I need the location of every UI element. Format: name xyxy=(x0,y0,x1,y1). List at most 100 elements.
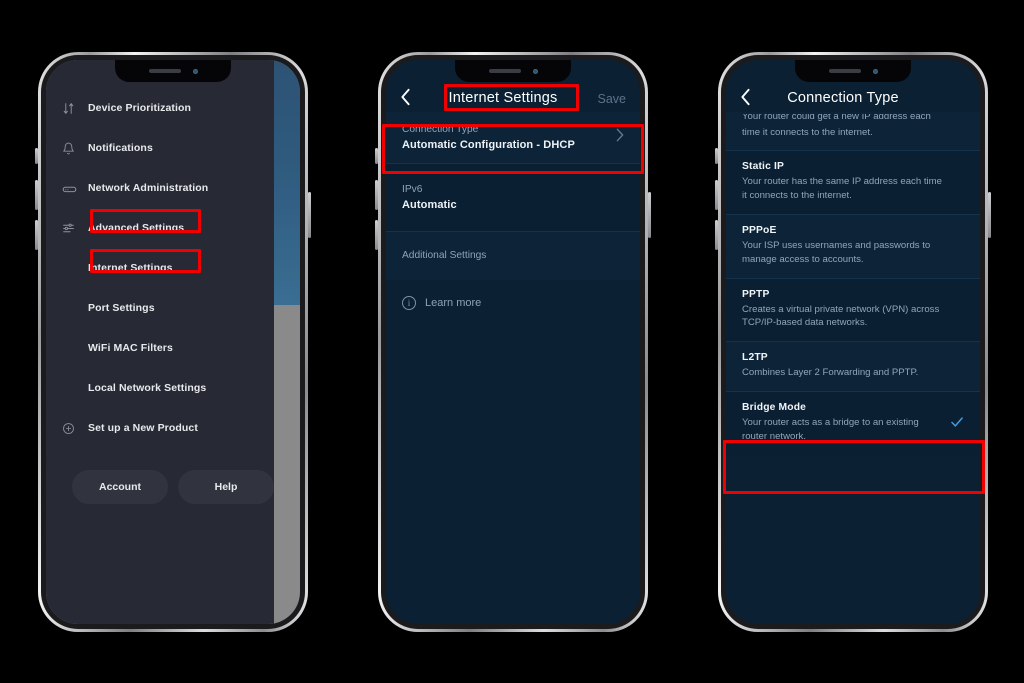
list-item-l2tp[interactable]: L2TP Combines Layer 2 Forwarding and PPT… xyxy=(726,341,980,392)
list-item-pppoe[interactable]: PPPoE Your ISP uses usernames and passwo… xyxy=(726,213,980,278)
sidebar-item-notifications[interactable]: Notifications xyxy=(46,128,274,168)
arrows-up-down-icon xyxy=(62,102,88,115)
sidebar-item-device-prioritization[interactable]: Device Prioritization xyxy=(46,88,274,128)
settings-row-connection-type[interactable]: Connection Type Automatic Configuration … xyxy=(386,112,640,163)
list-item-bridge-mode[interactable]: Bridge Mode Your router acts as a bridge… xyxy=(726,391,980,456)
row-key: Connection Type xyxy=(402,124,479,135)
volume-down-button[interactable] xyxy=(35,220,38,250)
phone-screen: Connection Type Your router could get a … xyxy=(726,60,980,624)
sidebar-item-label: WiFi MAC Filters xyxy=(88,342,173,354)
option-description: Your ISP uses usernames and passwords to… xyxy=(742,239,931,265)
chevron-right-icon xyxy=(616,128,624,145)
volume-down-button[interactable] xyxy=(715,220,718,250)
phone-screen: Internet Settings Save Connection Type A… xyxy=(386,60,640,624)
settings-row-additional-settings[interactable]: Additional Settings xyxy=(386,230,640,281)
option-description: Your router acts as a bridge to an exist… xyxy=(742,417,919,443)
phone-frame: Connection Type Your router could get a … xyxy=(715,52,991,632)
phone-frame: Device Prioritization Notifications Netw… xyxy=(35,52,311,632)
row-value: Automatic Configuration - DHCP xyxy=(402,138,575,151)
phone-bezel: Internet Settings Save Connection Type A… xyxy=(381,55,645,629)
drawer-menu-list: Device Prioritization Notifications Netw… xyxy=(46,88,274,504)
volume-down-button[interactable] xyxy=(375,220,378,250)
volume-up-button[interactable] xyxy=(35,180,38,210)
learn-more-link[interactable]: i Learn more xyxy=(386,280,640,326)
back-button[interactable] xyxy=(400,88,426,106)
option-description: Your router could get a new IP address e… xyxy=(742,114,931,122)
option-title: PPPoE xyxy=(742,224,777,236)
list-item-pptp[interactable]: PPTP Creates a virtual private network (… xyxy=(726,277,980,342)
power-button[interactable] xyxy=(648,192,651,238)
option-title: L2TP xyxy=(742,352,768,364)
sidebar-item-internet-settings[interactable]: Internet Settings xyxy=(46,248,274,288)
front-camera-icon xyxy=(192,68,198,74)
navigation-drawer: Device Prioritization Notifications Netw… xyxy=(46,60,274,624)
save-button[interactable]: Save xyxy=(580,92,627,106)
list-item-dhcp-clipped[interactable]: Your router could get a new IP address e… xyxy=(726,112,980,150)
earpiece-speaker xyxy=(828,69,861,73)
notch xyxy=(455,60,571,82)
volume-up-button[interactable] xyxy=(715,180,718,210)
option-description: time it connects to the internet. xyxy=(742,127,873,138)
sidebar-item-set-up-a-new-product[interactable]: Set up a New Product xyxy=(46,408,274,448)
sidebar-item-label: Network Administration xyxy=(88,182,209,194)
drawer-footer-buttons: Account Help xyxy=(46,470,274,504)
volume-up-button[interactable] xyxy=(375,180,378,210)
screenshot-canvas: Device Prioritization Notifications Netw… xyxy=(0,0,1024,683)
option-description: Creates a virtual private network (VPN) … xyxy=(742,303,940,329)
sidebar-item-local-network-settings[interactable]: Local Network Settings xyxy=(46,368,274,408)
settings-row-ipv6[interactable]: IPv6 Automatic xyxy=(386,162,640,231)
option-title: PPTP xyxy=(742,288,770,300)
list-item-static-ip[interactable]: Static IP Your router has the same IP ad… xyxy=(726,149,980,214)
check-icon xyxy=(946,415,964,432)
help-button[interactable]: Help xyxy=(178,470,274,504)
sidebar-item-label: Notifications xyxy=(88,142,153,154)
clipped-description-line: Your router could get a new IP address e… xyxy=(742,114,964,125)
phone-bezel: Connection Type Your router could get a … xyxy=(721,55,985,629)
sidebar-item-label: Set up a New Product xyxy=(88,422,198,434)
page-title: Internet Settings xyxy=(448,90,558,106)
row-key: IPv6 xyxy=(402,183,423,195)
mute-switch[interactable] xyxy=(375,148,378,164)
earpiece-speaker xyxy=(488,69,521,73)
mute-switch[interactable] xyxy=(35,148,38,164)
phone-3-connection-type: Connection Type Your router could get a … xyxy=(715,52,991,632)
phone-screen: Device Prioritization Notifications Netw… xyxy=(46,60,300,624)
sliders-icon xyxy=(62,222,88,235)
power-button[interactable] xyxy=(988,192,991,238)
sidebar-item-label: Local Network Settings xyxy=(88,382,207,394)
option-description: Your router has the same IP address each… xyxy=(742,175,942,201)
sidebar-item-label: Advanced Settings xyxy=(88,222,185,234)
row-key: Additional Settings xyxy=(402,249,487,261)
earpiece-speaker xyxy=(148,69,181,73)
learn-more-label: Learn more xyxy=(425,297,482,310)
mute-switch[interactable] xyxy=(715,148,718,164)
notch xyxy=(115,60,231,82)
row-value: Automatic xyxy=(402,198,457,211)
info-icon: i xyxy=(402,296,416,311)
phone-bezel: Device Prioritization Notifications Netw… xyxy=(41,55,305,629)
router-icon xyxy=(62,181,88,196)
front-camera-icon xyxy=(872,68,878,74)
back-button[interactable] xyxy=(740,88,766,106)
sidebar-item-port-settings[interactable]: Port Settings xyxy=(46,288,274,328)
page-title: Connection Type xyxy=(787,90,899,106)
phone-2-internet-settings: Internet Settings Save Connection Type A… xyxy=(375,52,651,632)
option-description: Combines Layer 2 Forwarding and PPTP. xyxy=(742,367,919,379)
sidebar-item-label: Device Prioritization xyxy=(88,102,192,114)
notch xyxy=(795,60,911,82)
account-button[interactable]: Account xyxy=(72,470,168,504)
plus-circle-icon xyxy=(62,422,88,435)
bell-icon xyxy=(62,142,88,155)
sidebar-item-label: Internet Settings xyxy=(88,262,173,274)
connection-type-list: Your router could get a new IP address e… xyxy=(726,112,980,624)
sidebar-item-advanced-settings[interactable]: Advanced Settings xyxy=(46,208,274,248)
sidebar-item-network-administration[interactable]: Network Administration xyxy=(46,168,274,208)
option-title: Bridge Mode xyxy=(742,402,807,414)
sidebar-item-wifi-mac-filters[interactable]: WiFi MAC Filters xyxy=(46,328,274,368)
settings-list: Connection Type Automatic Configuration … xyxy=(386,112,640,624)
option-title: Static IP xyxy=(742,160,784,172)
front-camera-icon xyxy=(532,68,538,74)
phone-1-navigation-drawer: Device Prioritization Notifications Netw… xyxy=(35,52,311,632)
power-button[interactable] xyxy=(308,192,311,238)
phone-frame: Internet Settings Save Connection Type A… xyxy=(375,52,651,632)
